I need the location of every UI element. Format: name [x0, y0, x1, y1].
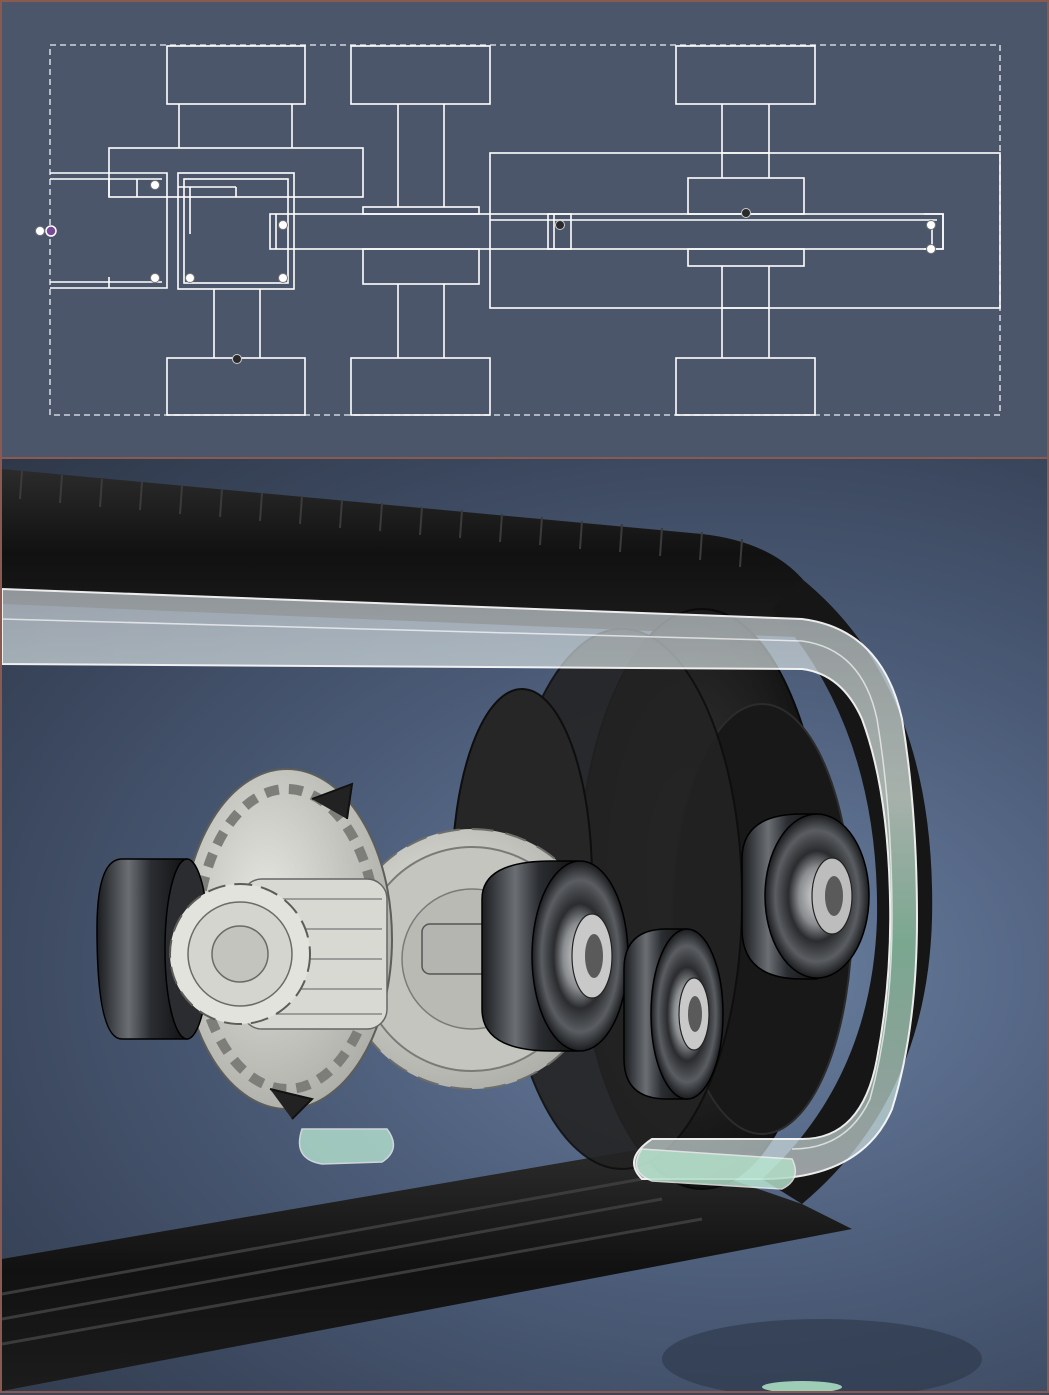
- sketch-wheel-bottom-left[interactable]: [166, 357, 306, 416]
- sketch-wheel-top-left[interactable]: [166, 45, 306, 105]
- sketch-canvas[interactable]: [2, 2, 1047, 457]
- constraint-point-hollow-icon[interactable]: [35, 226, 45, 236]
- constraint-point-hollow-icon[interactable]: [926, 244, 936, 254]
- origin-point-icon[interactable]: [45, 225, 57, 237]
- sketch-panel[interactable]: [0, 0, 1049, 459]
- sketch-wheel-bottom-right[interactable]: [675, 357, 816, 416]
- sketch-wheel-top-center[interactable]: [350, 45, 491, 105]
- bearing-lower[interactable]: [623, 928, 724, 1100]
- render-canvas[interactable]: [2, 459, 1047, 1391]
- constraint-point-hollow-icon[interactable]: [278, 220, 288, 230]
- constraint-point-fixed-icon[interactable]: [741, 208, 751, 218]
- render-viewport[interactable]: [0, 459, 1049, 1393]
- bearing-center[interactable]: [481, 860, 629, 1052]
- constraint-point-hollow-icon[interactable]: [150, 180, 160, 190]
- constraint-point-hollow-icon[interactable]: [150, 273, 160, 283]
- sketch-constraint-points[interactable]: [35, 180, 936, 364]
- sketch-housing-right[interactable]: [489, 152, 1001, 309]
- constraint-point-hollow-icon[interactable]: [926, 220, 936, 230]
- sketch-wheel-top-right[interactable]: [675, 45, 816, 105]
- constraint-point-fixed-icon[interactable]: [555, 220, 565, 230]
- constraint-point-hollow-icon[interactable]: [185, 273, 195, 283]
- pinion-gear[interactable]: [169, 878, 388, 1030]
- constraint-point-hollow-icon[interactable]: [278, 273, 288, 283]
- sketch-frame-dashed: [49, 44, 1001, 416]
- constraint-point-fixed-icon[interactable]: [232, 354, 242, 364]
- sketch-wheel-bottom-center[interactable]: [350, 357, 491, 416]
- bearing-right[interactable]: [741, 813, 870, 980]
